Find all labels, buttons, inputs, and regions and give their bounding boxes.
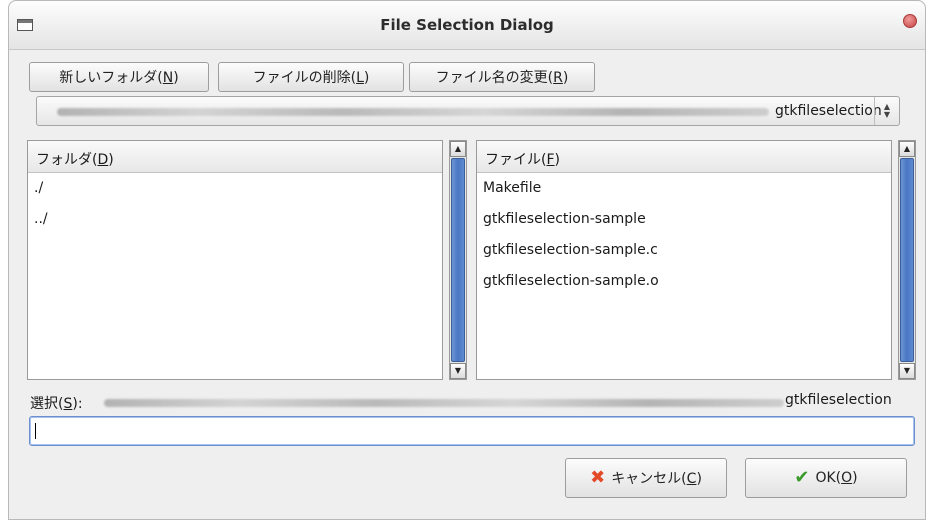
checkmark-icon: ✔ xyxy=(794,467,810,488)
selection-path-text: gtkfileselection xyxy=(785,392,892,408)
folders-scroll-thumb[interactable] xyxy=(451,158,465,362)
directory-path-text: gtkfileselection xyxy=(775,103,882,119)
new-folder-button[interactable]: 新しいフォルダ(N) xyxy=(29,62,209,92)
cancel-button[interactable]: ✖ キャンセル(C) xyxy=(565,458,727,498)
ok-button[interactable]: ✔ OK(O) xyxy=(745,458,907,498)
files-scroll-thumb[interactable] xyxy=(900,158,914,362)
window-title: File Selection Dialog xyxy=(380,16,554,34)
folders-list[interactable]: フォルダ(D) ./ ../ xyxy=(27,140,443,380)
file-item[interactable]: gtkfileselection-sample.o xyxy=(477,266,891,297)
files-list[interactable]: ファイル(F) Makefile gtkfileselection-sample… xyxy=(476,140,892,380)
delete-file-button[interactable]: ファイルの削除(L) xyxy=(218,62,404,92)
close-icon[interactable] xyxy=(903,14,917,28)
folders-column-header[interactable]: フォルダ(D) xyxy=(28,141,442,173)
files-column-header[interactable]: ファイル(F) xyxy=(477,141,891,173)
scroll-up-arrow-icon[interactable]: ▲ xyxy=(450,141,466,157)
text-caret xyxy=(35,423,36,439)
selection-label: 選択(S): xyxy=(30,396,83,412)
redacted-path-prefix xyxy=(57,108,769,116)
rename-file-button[interactable]: ファイル名の変更(R) xyxy=(409,62,595,92)
scroll-up-arrow-icon[interactable]: ▲ xyxy=(899,141,915,157)
redacted-selection-path xyxy=(104,399,784,407)
selection-input[interactable] xyxy=(29,416,915,446)
title-bar[interactable]: File Selection Dialog xyxy=(9,1,925,50)
scroll-down-arrow-icon[interactable]: ▼ xyxy=(450,363,466,379)
scroll-down-arrow-icon[interactable]: ▼ xyxy=(899,363,915,379)
combo-updown-icon[interactable]: ▲ ▼ xyxy=(874,97,899,125)
folder-item-current[interactable]: ./ xyxy=(28,173,442,204)
file-item[interactable]: gtkfileselection-sample xyxy=(477,204,891,235)
folders-scrollbar[interactable]: ▲ ▼ xyxy=(449,140,467,380)
files-scrollbar[interactable]: ▲ ▼ xyxy=(898,140,916,380)
file-item[interactable]: gtkfileselection-sample.c xyxy=(477,235,891,266)
cancel-x-icon: ✖ xyxy=(590,467,606,488)
folder-item-parent[interactable]: ../ xyxy=(28,204,442,235)
file-item[interactable]: Makefile xyxy=(477,173,891,204)
directory-path-combo[interactable]: gtkfileselection ▲ ▼ xyxy=(36,96,900,126)
